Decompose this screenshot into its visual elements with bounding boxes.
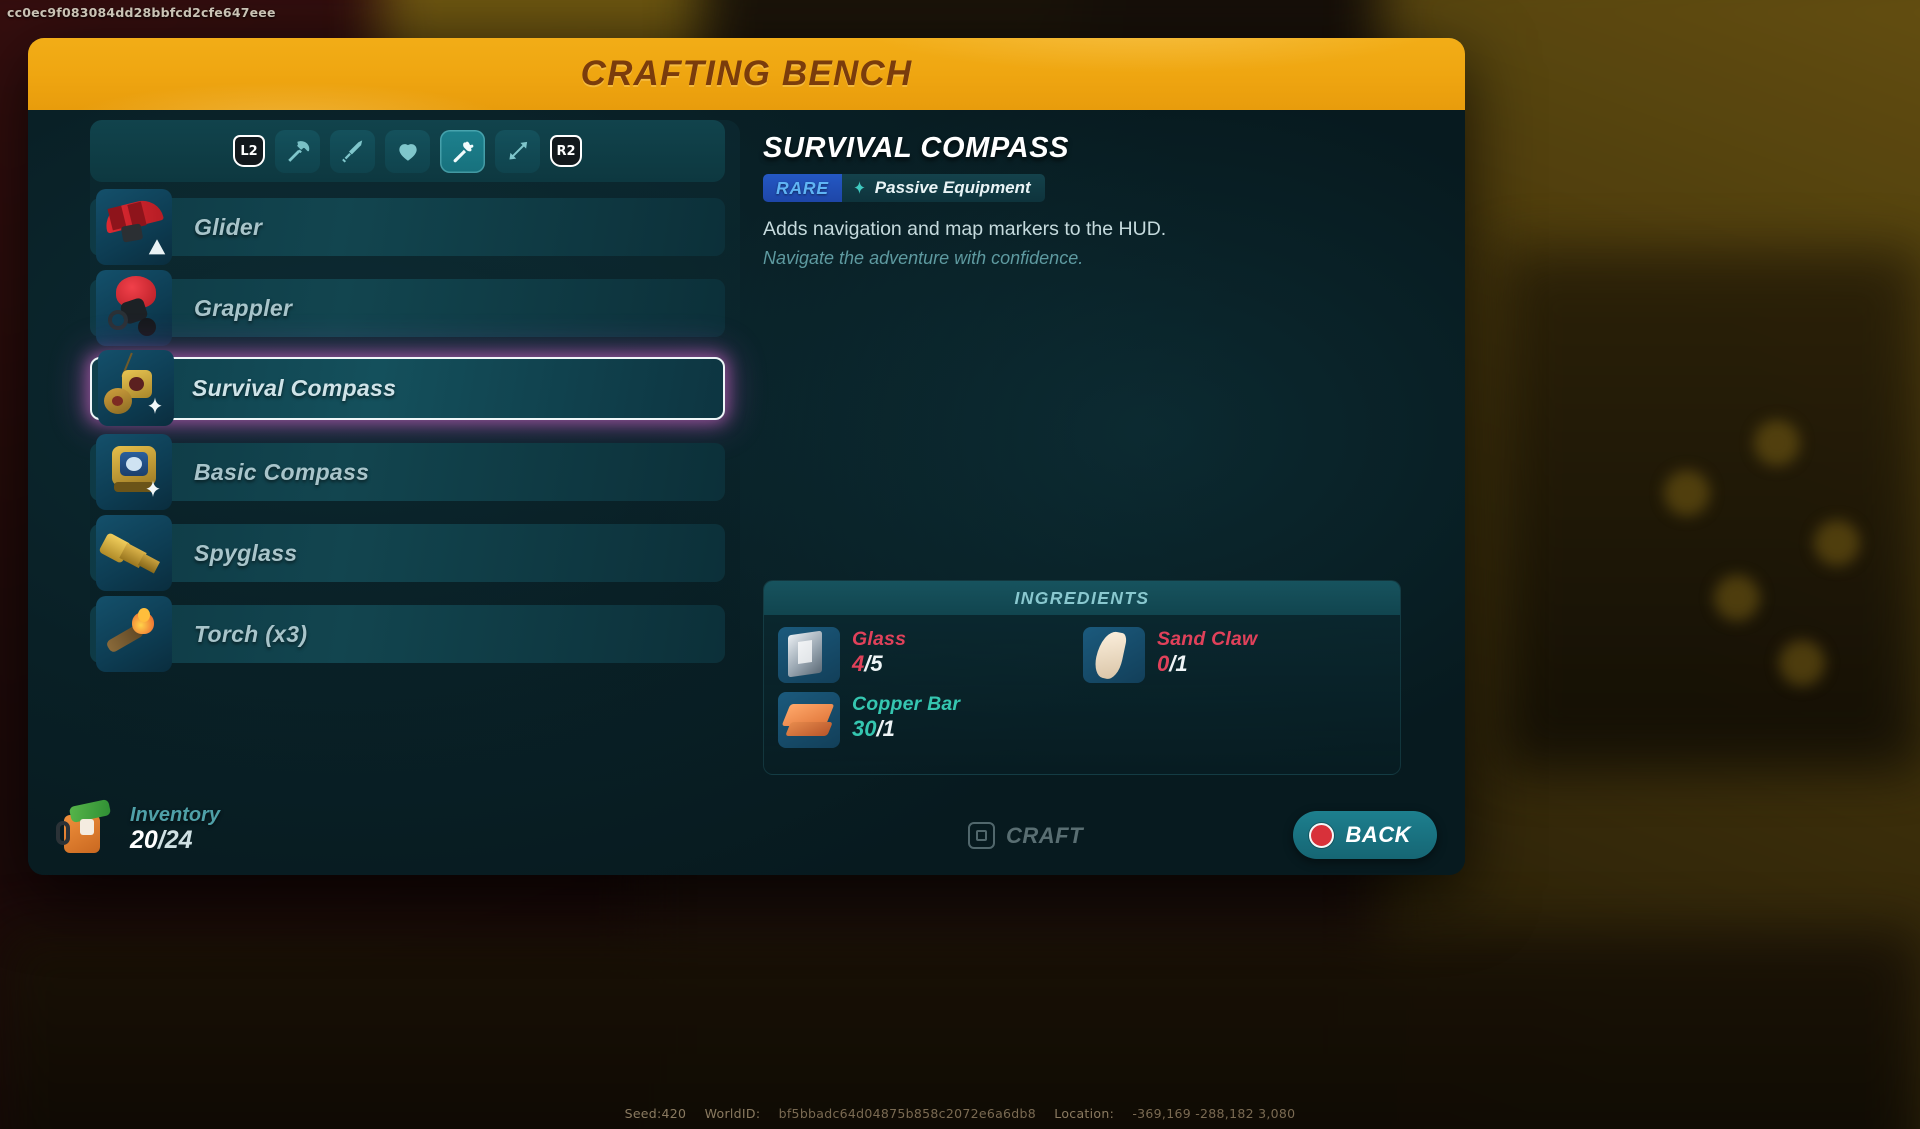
debug-info-bar: Seed:420 WorldID: bf5bbadc64d04875b858c2… [0,1106,1920,1121]
tab-equipment[interactable] [440,129,485,173]
sand-claw-icon [1083,627,1145,683]
back-button[interactable]: BACK [1293,811,1437,859]
backpack-icon [54,799,116,861]
modal-footer: Inventory 20/24 CRAFT BACK [28,783,1465,875]
recipe-name: Glider [194,213,263,240]
item-title: SURVIVAL COMPASS [763,132,1070,164]
debug-worldid-label: WorldID: [704,1106,761,1121]
arrow-icon [508,141,527,160]
recipe-name: Survival Compass [192,375,397,401]
inventory-label: Inventory [130,804,221,827]
ingredient-count: 30/1 [852,715,960,743]
session-watermark: cc0ec9f083084dd28bbfcd2cfe647eee [7,5,276,20]
recipe-row-spyglass[interactable]: Spyglass [90,515,725,591]
debug-worldid-value: bf5bbadc64d04875b858c2072e6a6db8 [778,1106,1037,1121]
recipe-thumbnail [96,596,172,672]
craft-button-label: CRAFT [1006,822,1084,848]
ingredient-count: 4/5 [852,650,906,678]
item-flavor-text: Navigate the adventure with confidence. [763,248,1084,268]
ingredient-text: Copper Bar 30/1 [852,692,960,743]
inventory-value: 20/24 [130,826,220,855]
debug-location-value: -369,169 -288,182 3,080 [1132,1106,1296,1121]
recipe-row-grappler[interactable]: Grappler [90,270,725,346]
recipe-name: Basic Compass [194,458,370,485]
ingredient-need: /1 [1169,651,1188,677]
r2-button-icon: R2 [550,135,582,167]
inventory-max: /24 [157,826,193,855]
right-bumper-hint: R2 [550,135,582,167]
ingredient-count: 0/1 [1157,650,1257,678]
debug-location-label: Location: [1054,1106,1115,1121]
craft-button[interactable]: CRAFT [968,822,1083,849]
left-bumper-hint: L2 [233,135,265,167]
crafting-bench-modal: CRAFTING BENCH L2 R2 Glider Grappler Sur… [28,38,1465,875]
square-button-icon [968,822,995,849]
ingredient-name: Copper Bar [852,693,961,715]
item-description: Adds navigation and map markers to the H… [763,218,1167,240]
recipe-row-survival-compass[interactable]: Survival Compass [90,350,725,426]
recipe-thumbnail [96,270,172,346]
sword-icon [341,140,362,163]
tab-weapons[interactable] [330,129,375,173]
recipe-name: Torch (x3) [194,620,308,647]
inventory-summary[interactable]: Inventory 20/24 [54,799,220,861]
ingredients-panel: INGREDIENTS Glass 4/5 Sand Claw 0/1 Copp… [763,580,1401,775]
tab-health[interactable] [385,129,430,173]
torch-icon [452,141,473,163]
item-tag-row: RARE Passive Equipment [763,174,1045,202]
heart-icon [398,144,417,161]
ingredient-have: 30 [852,716,877,742]
copper-bar-icon [778,692,840,748]
ingredient-have: 4 [852,651,865,677]
modal-body: L2 R2 Glider Grappler Survival Compass B… [28,110,1465,875]
ingredient-text: Sand Claw 0/1 [1157,627,1257,678]
recipe-row-glider[interactable]: Glider [90,189,725,265]
recipe-badge-star [144,396,166,418]
rarity-badge: RARE [763,174,842,202]
ingredient-text: Glass 4/5 [852,627,906,678]
ingredient-need: /5 [864,651,883,677]
page-title: CRAFTING BENCH [580,54,913,93]
category-tab-bar: L2 R2 [90,120,725,182]
ingredient-need: /1 [876,716,895,742]
recipe-name: Grappler [194,294,293,321]
item-detail-panel: SURVIVAL COMPASS RARE Passive Equipment … [763,110,1435,875]
recipe-badge-triangle [146,236,168,258]
ingredients-header: INGREDIENTS [764,581,1400,615]
ingredient-name: Sand Claw [1157,628,1258,650]
recipe-row-torch[interactable]: Torch (x3) [90,596,725,672]
recipe-browser: L2 R2 Glider Grappler Survival Compass B… [90,120,740,800]
ingredient-copper-bar: Copper Bar 30/1 [778,692,1083,748]
inventory-count: 20 [130,826,158,855]
recipe-thumbnail [96,515,172,591]
recipe-row-basic-compass[interactable]: Basic Compass [90,434,725,510]
tab-traversal[interactable] [495,129,540,173]
glass-icon [778,627,840,683]
star-icon [854,180,865,194]
inventory-text: Inventory 20/24 [130,805,220,855]
back-button-label: BACK [1345,822,1411,847]
equip-type-badge: Passive Equipment [841,174,1045,202]
modal-title-bar: CRAFTING BENCH [28,38,1465,110]
recipe-name: Spyglass [194,539,298,566]
recipe-list: Glider Grappler Survival Compass Basic C… [90,189,725,686]
ingredient-sand-claw: Sand Claw 0/1 [1083,627,1388,683]
recipe-badge-star [142,479,164,501]
ingredient-have: 0 [1157,651,1170,677]
l2-button-icon: L2 [233,135,265,167]
ingredients-grid: Glass 4/5 Sand Claw 0/1 Copper Bar 30/1 [764,615,1402,757]
circle-button-icon [1309,822,1335,848]
ingredient-glass: Glass 4/5 [778,627,1083,683]
pickaxe-icon [287,141,309,162]
debug-seed: Seed:420 [624,1106,687,1121]
tab-tools[interactable] [275,129,320,173]
equip-type-label: Passive Equipment [874,178,1031,197]
ingredient-name: Glass [852,628,907,650]
